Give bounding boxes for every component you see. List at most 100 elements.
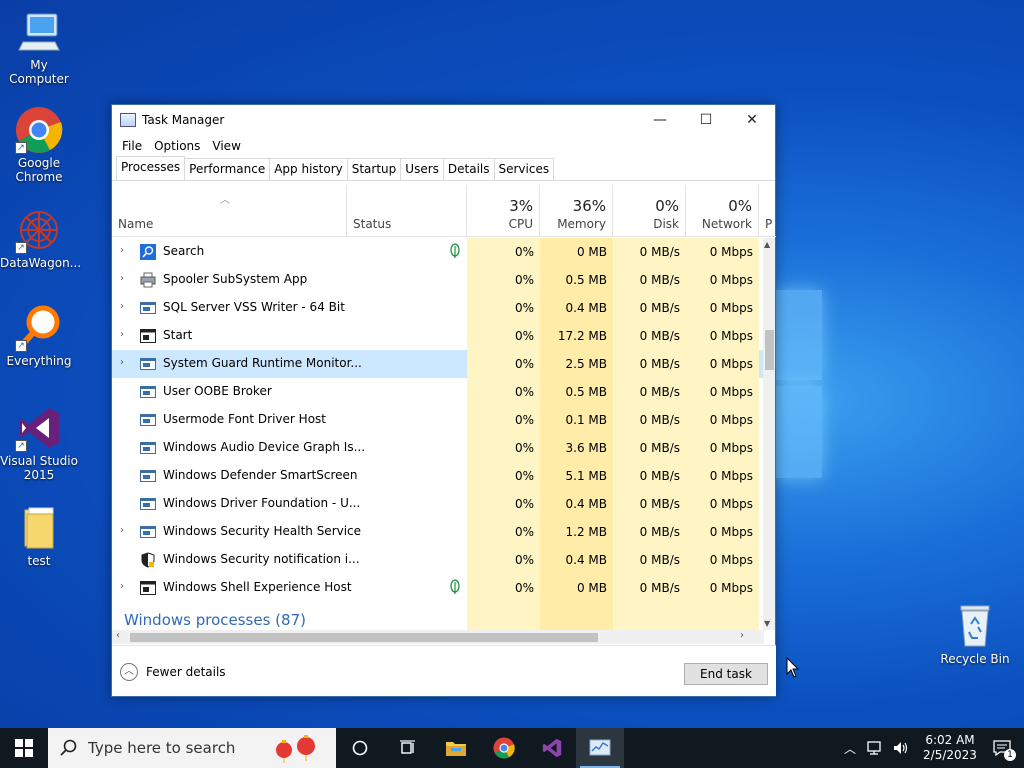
group-header-windows-processes[interactable]: Windows processes (87) <box>124 611 306 629</box>
process-name: Windows Shell Experience Host <box>163 580 352 594</box>
process-name: Start <box>163 328 193 342</box>
maximize-button[interactable]: ☐ <box>683 105 729 135</box>
process-row[interactable]: › SQL Server VSS Writer - 64 Bit 0% 0.4 MB 0… <box>112 294 764 322</box>
volume-icon[interactable] <box>892 740 910 756</box>
chrome-icon <box>493 737 515 759</box>
tab-users[interactable]: Users <box>400 158 444 180</box>
column-memory-header[interactable]: 36% Memory <box>540 185 613 237</box>
service-window-icon <box>140 356 156 372</box>
scroll-left-icon[interactable]: ‹ <box>116 630 120 641</box>
show-hidden-icons-chevron-icon[interactable]: ︿ <box>844 740 856 757</box>
horizontal-scroll-thumb[interactable] <box>130 633 598 642</box>
process-network-value: 0 Mbps <box>686 518 759 546</box>
taskbar-clock[interactable]: 6:02 AM 2/5/2023 <box>920 733 980 763</box>
desktop-icon-google-chrome[interactable]: ↗ Google Chrome <box>0 106 78 184</box>
process-row[interactable]: Windows Driver Foundation - U... 0% 0.4 MB… <box>112 490 764 518</box>
visual-studio-taskbar-button[interactable] <box>528 728 576 768</box>
expand-chevron-icon[interactable]: › <box>120 581 130 592</box>
taskbar: Type here to search ︿ 6:02 AM 2/5/2023 1 <box>0 728 1024 768</box>
process-row[interactable]: › Windows Shell Experience Host 0% 0 MB 0 MB… <box>112 574 764 602</box>
process-disk-value: 0 MB/s <box>613 490 686 518</box>
cortana-button[interactable] <box>336 728 384 768</box>
menu-options[interactable]: Options <box>148 139 206 153</box>
scroll-right-icon[interactable]: › <box>740 630 744 641</box>
process-list[interactable]: › Search 0% 0 MB 0 MB/s 0 Mbps › Spooler SubSys… <box>112 238 764 630</box>
vertical-scroll-thumb[interactable] <box>765 330 774 370</box>
process-row[interactable]: › Windows Security Health Service 0% 1.2 MB… <box>112 518 764 546</box>
process-row[interactable]: › System Guard Runtime Monitor... 0% 2.5 MB… <box>112 350 764 378</box>
process-disk-value: 0 MB/s <box>613 294 686 322</box>
tab-details[interactable]: Details <box>442 158 495 180</box>
process-network-value: 0 Mbps <box>686 546 759 574</box>
expand-chevron-icon[interactable]: › <box>120 525 130 536</box>
desktop-icon-recycle-bin[interactable]: Recycle Bin <box>936 602 1014 666</box>
task-manager-window[interactable]: Task Manager — ☐ ✕ File Options View Pro… <box>111 104 776 697</box>
window-title: Task Manager <box>142 113 225 127</box>
expand-chevron-icon[interactable]: › <box>120 301 130 312</box>
file-explorer-button[interactable] <box>432 728 480 768</box>
vertical-scrollbar[interactable]: ▲ ▼ <box>763 238 775 630</box>
network-icon[interactable] <box>866 740 884 756</box>
desktop-icon-everything[interactable]: ↗ Everything <box>0 304 78 368</box>
tab-processes[interactable]: Processes <box>116 156 186 180</box>
desktop-icon-label: My Computer <box>9 58 69 86</box>
expand-chevron-icon[interactable]: › <box>120 329 130 340</box>
process-cpu-value: 0% <box>467 322 540 350</box>
tab-startup[interactable]: Startup <box>346 158 402 180</box>
action-center-button[interactable]: 1 <box>980 728 1024 768</box>
process-row[interactable]: › Search 0% 0 MB 0 MB/s 0 Mbps <box>112 238 764 266</box>
tab-performance[interactable]: Performance <box>184 158 271 180</box>
process-disk-value: 0 MB/s <box>613 462 686 490</box>
process-memory-value: 2.5 MB <box>540 350 613 378</box>
menu-view[interactable]: View <box>206 139 246 153</box>
process-row[interactable]: Windows Defender SmartScreen 0% 5.1 MB 0 MB… <box>112 462 764 490</box>
horizontal-scrollbar[interactable]: ‹ › <box>112 630 764 644</box>
process-row[interactable]: Windows Audio Device Graph Is... 0% 3.6 MB… <box>112 434 764 462</box>
desktop-icon-visual-studio[interactable]: ↗ Visual Studio 2015 <box>0 404 78 482</box>
column-status-header[interactable]: Status <box>347 185 467 237</box>
process-memory-value: 1.2 MB <box>540 518 613 546</box>
tab-services[interactable]: Services <box>493 158 555 180</box>
process-row[interactable]: Windows Security notification i... 0% 0.4 … <box>112 546 764 574</box>
process-disk-value: 0 MB/s <box>613 574 686 602</box>
process-network-value: 0 Mbps <box>686 462 759 490</box>
task-view-button[interactable] <box>384 728 432 768</box>
windows-start-icon <box>15 739 33 757</box>
end-task-button[interactable]: End task <box>684 663 768 685</box>
expand-chevron-icon[interactable]: › <box>120 357 130 368</box>
scroll-up-icon[interactable]: ▲ <box>764 240 770 249</box>
suspended-leaf-icon <box>450 579 460 595</box>
desktop-icon-datawagon[interactable]: ↗ DataWagon... <box>0 206 81 270</box>
chrome-taskbar-button[interactable] <box>480 728 528 768</box>
process-name: Spooler SubSystem App <box>163 272 308 286</box>
process-row[interactable]: › Spooler SubSystem App 0% 0.5 MB 0 MB/s 0 Mb… <box>112 266 764 294</box>
process-row[interactable]: User OOBE Broker 0% 0.5 MB 0 MB/s 0 Mbps <box>112 378 764 406</box>
service-window-icon <box>140 468 156 484</box>
start-button[interactable] <box>0 728 48 768</box>
close-button[interactable]: ✕ <box>729 105 775 135</box>
column-cpu-header[interactable]: 3% CPU <box>467 185 540 237</box>
taskbar-search-box[interactable]: Type here to search <box>48 728 336 768</box>
column-disk-header[interactable]: 0% Disk <box>613 185 686 237</box>
desktop-icon-test-folder[interactable]: test <box>0 504 78 568</box>
process-row[interactable]: › Start 0% 17.2 MB 0 MB/s 0 Mbps <box>112 322 764 350</box>
desktop-icon-my-computer[interactable]: My Computer <box>0 8 78 86</box>
expand-chevron-icon[interactable]: › <box>120 245 130 256</box>
process-network-value: 0 Mbps <box>686 238 759 266</box>
menu-file[interactable]: File <box>116 139 148 153</box>
tab-app-history[interactable]: App history <box>269 158 348 180</box>
scroll-down-icon[interactable]: ▼ <box>764 619 770 628</box>
process-disk-value: 0 MB/s <box>613 322 686 350</box>
task-manager-taskbar-button[interactable] <box>576 728 624 768</box>
column-power-header[interactable]: P <box>759 185 776 237</box>
title-bar[interactable]: Task Manager — ☐ ✕ <box>112 105 775 135</box>
column-network-header[interactable]: 0% Network <box>686 185 759 237</box>
expand-chevron-icon[interactable]: › <box>120 273 130 284</box>
minimize-button[interactable]: — <box>637 105 683 135</box>
process-row[interactable]: Usermode Font Driver Host 0% 0.1 MB 0 MB/s 0… <box>112 406 764 434</box>
service-window-icon <box>140 440 156 456</box>
column-name-header[interactable]: ︿ Name <box>112 185 347 237</box>
sort-caret-icon: ︿ <box>220 195 230 206</box>
desktop-icon-label: Recycle Bin <box>940 652 1010 666</box>
fewer-details-toggle[interactable]: ︿ Fewer details <box>120 663 226 681</box>
